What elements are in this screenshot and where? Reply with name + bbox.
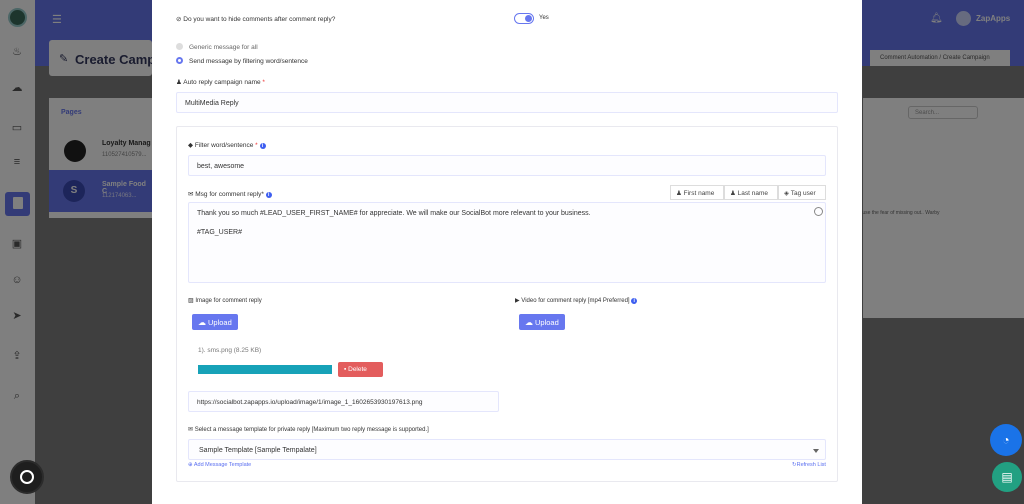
user-icon: ♟ [676,190,682,197]
upload-label: Upload [535,318,559,327]
image-url-input[interactable]: https://socialbot.zapapps.io/upload/imag… [188,391,499,412]
first-name-button[interactable]: ♟ First name [670,185,724,200]
image-upload-button[interactable]: ☁ Upload [192,314,238,330]
last-name-button[interactable]: ♟ Last name [724,185,778,200]
hide-comments-label: Do you want to hide comments after comme… [183,16,336,23]
cloud-upload-icon: ☁ [525,318,533,327]
notification-fab[interactable]: ◔ [990,424,1022,456]
add-template-label: Add Message Template [193,462,252,468]
msg-textarea[interactable]: Thank you so much #LEAD_USER_FIRST_NAME#… [188,202,826,283]
campaign-name-input[interactable]: MultiMedia Reply [176,92,838,113]
campaign-name-label-row: ♟ Auto reply campaign name * [176,79,265,86]
radio-generic-row[interactable]: Generic message for all [176,43,258,51]
tag-icon: ◆ [188,142,193,149]
upload-label: Upload [208,318,232,327]
delete-button[interactable]: ▪ Delete [338,362,383,377]
filter-label-row: ◆ Filter word/sentence * i [188,141,266,149]
uploaded-file-name: 1). sms.png (8.25 KB) [198,347,262,354]
hide-comments-toggle[interactable] [514,13,534,24]
refresh-list-label: Refresh List [796,462,826,468]
radio-generic-label: Generic message for all [189,44,258,51]
plus-icon: ⊕ [188,462,193,468]
envelope-icon: ✉ [188,427,194,433]
video-label-row: ▶ Video for comment reply [mp4 Preferred… [515,297,638,304]
delete-label: Delete [348,366,367,373]
user-icon: ♟ [176,79,182,86]
tag-user-button[interactable]: ◈ Tag user [778,185,826,200]
video-upload-button[interactable]: ☁ Upload [519,314,565,330]
campaign-name-label: Auto reply campaign name [183,79,261,86]
image-label-row: ▨ Image for comment reply [188,297,262,304]
msg-line: Thank you so much #LEAD_USER_FIRST_NAME#… [197,210,591,217]
user-icon: ♟ [730,190,736,197]
campaign-modal: ⊘ Do you want to hide comments after com… [152,0,862,504]
help-fab[interactable] [10,460,44,494]
image-icon: ▨ [188,298,194,304]
radio-filter-row[interactable]: Send message by filtering word/sentence [176,57,308,65]
template-label: Select a message template for private re… [194,427,429,433]
refresh-list-link[interactable]: ↻Refresh List [792,462,826,468]
video-icon: ▶ [515,298,520,304]
upload-progress-bar [198,365,332,374]
radio-generic[interactable] [176,43,183,50]
msg-line: #TAG_USER# [197,229,242,236]
envelope-icon: ✉ [188,191,194,198]
emoji-icon[interactable] [814,207,823,216]
last-name-label: Last name [737,190,768,197]
radio-filter[interactable] [176,57,183,64]
filter-label: Filter word/sentence [194,142,254,149]
video-label: Video for comment reply [mp4 Preferred] [521,298,630,304]
tag-user-label: Tag user [790,190,816,197]
msg-label: Msg for comment reply* [195,191,264,198]
msg-label-row: ✉ Msg for comment reply* i [188,190,272,198]
trash-icon: ▪ [344,366,347,373]
add-template-link[interactable]: ⊕ Add Message Template [188,462,251,468]
toggle-value: Yes [539,15,549,21]
image-label: Image for comment reply [195,298,262,304]
filter-word-input[interactable]: best, awesome [188,155,826,176]
info-icon[interactable]: i [631,298,638,304]
chat-fab[interactable]: ▤ [992,462,1022,492]
first-name-label: First name [683,190,715,197]
info-icon[interactable]: i [265,192,272,198]
radio-filter-label: Send message by filtering word/sentence [189,58,308,65]
tags-icon: ◈ [784,190,789,197]
info-icon[interactable]: i [259,143,266,149]
hide-comments-row: ⊘ Do you want to hide comments after com… [176,15,335,23]
cloud-upload-icon: ☁ [198,318,206,327]
bell-icon: ◔ [1002,433,1010,447]
template-select[interactable]: Sample Template [Sample Tempalate] [188,439,826,460]
eye-slash-icon: ⊘ [176,16,182,23]
chat-icon: ▤ [1001,470,1013,484]
chevron-down-icon[interactable] [813,449,819,453]
template-label-row: ✉ Select a message template for private … [188,426,429,433]
